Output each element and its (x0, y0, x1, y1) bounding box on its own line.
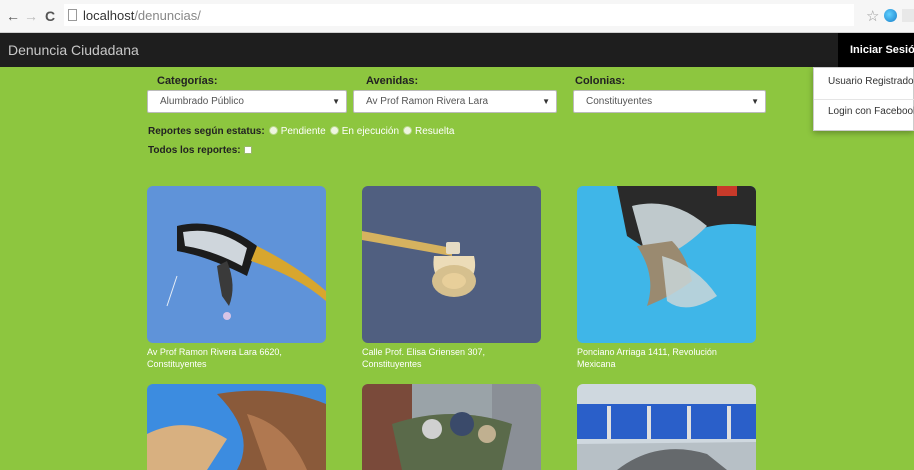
forward-arrow-icon[interactable]: → (24, 8, 38, 24)
pothole-photo (147, 384, 326, 470)
login-dropdown: Usuario Registrado Login con Facebook (813, 67, 914, 131)
caption-line: Constituyentes (362, 359, 422, 369)
status-option-en-ejecucion[interactable]: En ejecución (342, 126, 399, 137)
login-registered-user[interactable]: Usuario Registrado (814, 76, 914, 87)
menu-icon[interactable] (902, 9, 914, 22)
dropdown-divider (814, 99, 914, 100)
report-photo[interactable] (362, 186, 541, 343)
streetlight-photo (577, 186, 756, 343)
page-icon (68, 9, 77, 21)
caption-line: Calle Prof. Elisa Griensen 307, (362, 347, 486, 357)
navbar: Denuncia Ciudadana Iniciar Sesión (0, 33, 914, 67)
brand-title[interactable]: Denuncia Ciudadana (8, 42, 139, 58)
report-photo[interactable] (577, 186, 756, 343)
caption-line: Ponciano Arriaga 1411, Revolución (577, 347, 717, 357)
avenidas-select[interactable]: Av Prof Ramon Rivera Lara ▼ (353, 90, 557, 113)
status-option-resuelta[interactable]: Resuelta (415, 126, 454, 137)
colonias-value: Constituyentes (586, 96, 653, 107)
login-label: Iniciar Sesión (850, 44, 914, 56)
status-label: Reportes según estatus: (148, 126, 265, 137)
avenidas-label: Avenidas: (366, 75, 419, 87)
report-caption[interactable]: Av Prof Ramon Rivera Lara 6620, Constitu… (147, 346, 332, 370)
caption-line: Av Prof Ramon Rivera Lara 6620, (147, 347, 282, 357)
all-reports-filter: Todos los reportes: (148, 145, 252, 156)
browser-toolbar: ← → C localhost/denuncias/ ☆ (0, 0, 914, 33)
report-photo[interactable] (147, 186, 326, 343)
caret-down-icon: ▼ (751, 97, 759, 106)
extension-icon[interactable] (884, 9, 897, 22)
streetlight-photo (147, 186, 326, 343)
status-filter: Reportes según estatus: Pendiente En ejecu… (148, 126, 454, 137)
sinkhole-photo (577, 384, 756, 470)
back-arrow-icon[interactable]: ← (6, 8, 20, 24)
colonias-select[interactable]: Constituyentes ▼ (573, 90, 766, 113)
address-bar[interactable]: localhost/denuncias/ (64, 4, 854, 26)
login-facebook[interactable]: Login con Facebook (814, 106, 914, 117)
caption-line: Mexicana (577, 359, 616, 369)
colonias-label: Colonias: (575, 75, 626, 87)
status-option-pendiente[interactable]: Pendiente (281, 126, 326, 137)
streetlight-photo (362, 186, 541, 343)
radio-en-ejecucion[interactable] (329, 126, 339, 135)
report-photo[interactable] (147, 384, 326, 470)
radio-pendiente[interactable] (268, 126, 278, 135)
caret-down-icon: ▼ (332, 97, 340, 106)
bookmark-star-icon[interactable]: ☆ (866, 7, 879, 25)
caret-down-icon: ▼ (542, 97, 550, 106)
garbage-photo (362, 384, 541, 470)
caption-line: Constituyentes (147, 359, 207, 369)
report-photo[interactable] (362, 384, 541, 470)
report-caption[interactable]: Ponciano Arriaga 1411, Revolución Mexica… (577, 346, 762, 370)
categorias-value: Alumbrado Público (160, 96, 244, 107)
all-reports-checkbox[interactable] (243, 146, 252, 154)
categorias-select[interactable]: Alumbrado Público ▼ (147, 90, 347, 113)
report-photo[interactable] (577, 384, 756, 470)
report-caption[interactable]: Calle Prof. Elisa Griensen 307, Constitu… (362, 346, 547, 370)
avenidas-value: Av Prof Ramon Rivera Lara (366, 96, 489, 107)
categorias-label: Categorías: (157, 75, 218, 87)
login-button[interactable]: Iniciar Sesión (838, 33, 914, 67)
url-path: /denuncias/ (134, 8, 201, 23)
url-host: localhost (83, 8, 135, 23)
radio-resuelta[interactable] (403, 126, 413, 135)
all-reports-label: Todos los reportes: (148, 145, 241, 156)
reload-icon[interactable]: C (45, 8, 55, 24)
url-text: localhost/denuncias/ (83, 8, 201, 23)
